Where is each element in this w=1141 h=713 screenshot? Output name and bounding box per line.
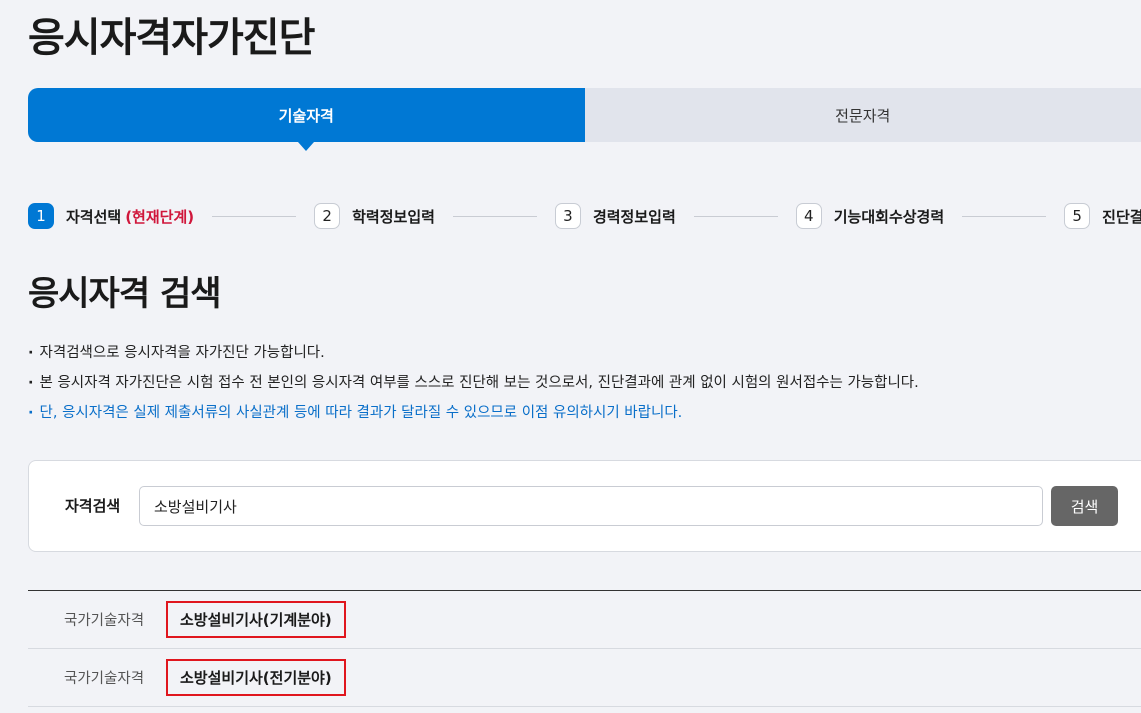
notice-item-warning: 단, 응시자격은 실제 제출서류의 사실관계 등에 따라 결과가 달라질 수 있… — [28, 398, 919, 428]
step-connector — [212, 215, 297, 217]
notice-item: 본 응시자격 자가진단은 시험 접수 전 본인의 응시자격 여부를 스스로 진단… — [28, 368, 919, 398]
step-label: 기능대회수상경력 — [833, 207, 945, 226]
result-type: 국가기술자격 — [64, 671, 145, 687]
step-1: 1 자격선택 (현재단계) — [28, 203, 194, 229]
step-5: 5 진단결 — [1064, 203, 1141, 229]
search-panel: 자격검색 검색 — [28, 460, 1141, 552]
search-label: 자격검색 — [65, 497, 121, 515]
result-type: 국가기술자격 — [64, 613, 145, 629]
result-row: 국가기술자격 소방설비기사(전기분야) — [28, 649, 1141, 707]
tab-technical-qualification[interactable]: 기술자격 — [28, 88, 585, 142]
result-row: 국가기술자격 소방설비기사(기계분야) — [28, 591, 1141, 649]
notice-list: 자격검색으로 응시자격을 자가진단 가능합니다. 본 응시자격 자가진단은 시험… — [28, 338, 919, 428]
step-number: 1 — [28, 203, 54, 229]
step-connector — [962, 215, 1047, 217]
qualification-search-input[interactable] — [139, 486, 1043, 526]
page-title: 응시자격자가진단 — [28, 15, 315, 61]
step-number: 5 — [1064, 203, 1091, 229]
result-name-link[interactable]: 소방설비기사(기계분야) — [166, 601, 346, 638]
step-label: 경력정보입력 — [592, 207, 676, 226]
step-number: 3 — [554, 203, 581, 229]
tab-professional-qualification[interactable]: 전문자격 — [584, 88, 1141, 142]
step-2: 2 학력정보입력 — [314, 203, 435, 229]
step-label-text: 자격선택 — [66, 207, 122, 226]
step-connector — [452, 215, 537, 217]
step-label: 진단결 — [1102, 207, 1141, 226]
step-4: 4 기능대회수상경력 — [795, 203, 945, 229]
section-title: 응시자격 검색 — [28, 274, 222, 314]
step-number: 4 — [795, 203, 822, 229]
progress-steps: 1 자격선택 (현재단계) 2 학력정보입력 3 경력정보입력 4 기능대회수상경… — [28, 203, 1141, 229]
current-step-marker: (현재단계) — [125, 207, 195, 226]
search-button[interactable]: 검색 — [1051, 486, 1118, 526]
result-name-link[interactable]: 소방설비기사(전기분야) — [166, 659, 346, 696]
step-label: 자격선택 (현재단계) — [66, 206, 194, 227]
qualification-tabs: 기술자격 전문자격 — [28, 88, 1141, 142]
step-connector — [693, 215, 778, 217]
search-results: 국가기술자격 소방설비기사(기계분야) 국가기술자격 소방설비기사(전기분야) — [28, 590, 1141, 707]
step-label: 학력정보입력 — [352, 207, 435, 226]
step-3: 3 경력정보입력 — [554, 203, 676, 229]
notice-item: 자격검색으로 응시자격을 자가진단 가능합니다. — [28, 338, 919, 368]
step-number: 2 — [314, 203, 341, 229]
